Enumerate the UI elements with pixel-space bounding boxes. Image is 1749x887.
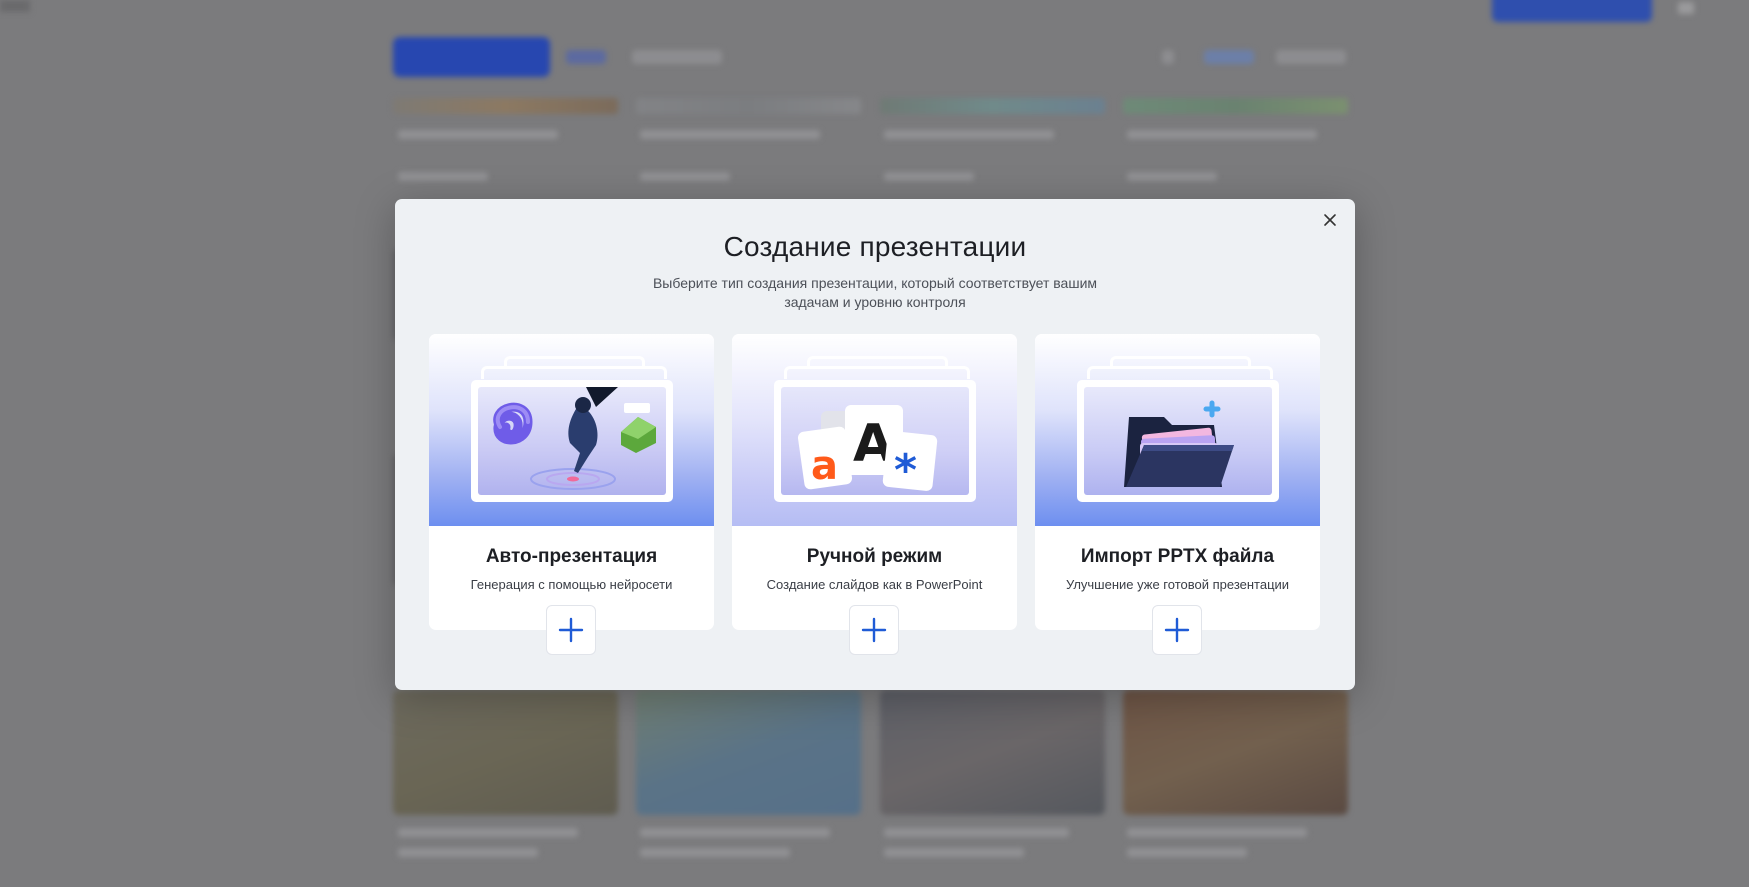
option-card-auto[interactable]: Авто-презентация Генерация с помощью ней… xyxy=(429,334,714,655)
dialog-title: Создание презентации xyxy=(723,231,1027,262)
option-title: Ручной режим xyxy=(806,546,943,567)
svg-text:a: a xyxy=(811,443,838,489)
background-text xyxy=(1127,828,1307,837)
background-text xyxy=(640,848,790,857)
auto-illustration xyxy=(429,334,714,526)
background-text xyxy=(884,828,1069,837)
option-cards: Авто-презентация Генерация с помощью ней… xyxy=(429,334,1322,655)
plus-icon xyxy=(558,617,584,643)
background-text xyxy=(398,848,538,857)
background-filter xyxy=(1276,50,1346,64)
background-thumb xyxy=(393,98,618,114)
option-title: Импорт PPTX файла xyxy=(1080,546,1275,567)
background-text xyxy=(884,172,974,181)
svg-text:*: * xyxy=(894,445,917,495)
background-filter xyxy=(566,50,606,64)
background-text xyxy=(640,130,820,139)
background-text xyxy=(640,828,830,837)
background-text xyxy=(398,130,558,139)
background-top-button xyxy=(1492,0,1652,22)
background-text xyxy=(1127,130,1317,139)
option-card-import[interactable]: Импорт PPTX файла Улучшение уже готовой … xyxy=(1035,334,1320,655)
plus-icon xyxy=(1164,617,1190,643)
option-title: Авто-презентация xyxy=(485,546,658,567)
background-thumb xyxy=(393,690,618,815)
background-text xyxy=(1127,848,1247,857)
background-filter xyxy=(632,50,722,64)
background-thumb xyxy=(1123,690,1348,815)
background-text xyxy=(884,848,1024,857)
option-card-manual[interactable]: a A * Ручной режим Создание слайдов как … xyxy=(732,334,1017,655)
ai-figure-illustration xyxy=(493,387,656,490)
background-thumb xyxy=(880,98,1105,114)
background-thumb xyxy=(880,690,1105,815)
option-description: Создание слайдов как в PowerPoint xyxy=(766,577,983,592)
background-filter xyxy=(1204,50,1254,64)
background-text xyxy=(884,130,1054,139)
background-create-button xyxy=(393,37,550,77)
option-description: Генерация с помощью нейросети xyxy=(470,577,673,592)
create-import-button[interactable] xyxy=(1152,605,1202,655)
background-text xyxy=(398,172,488,181)
manual-illustration: a A * xyxy=(732,334,1017,526)
letters-illustration: a A * xyxy=(797,405,938,495)
background-thumb xyxy=(1123,98,1348,114)
create-manual-button[interactable] xyxy=(849,605,899,655)
background-text xyxy=(398,828,578,837)
background-user-icon xyxy=(1678,2,1694,14)
option-description: Улучшение уже готовой презентации xyxy=(1065,577,1290,592)
create-auto-button[interactable] xyxy=(546,605,596,655)
folder-illustration xyxy=(1124,400,1234,487)
create-presentation-dialog: Создание презентации Выберите тип создан… xyxy=(395,199,1355,690)
background-thumb xyxy=(636,690,861,815)
background-text xyxy=(1127,172,1217,181)
close-button[interactable] xyxy=(1319,209,1341,231)
import-illustration xyxy=(1035,334,1320,526)
background-logo xyxy=(0,0,30,12)
dialog-subtitle: Выберите тип создания презентации, котор… xyxy=(652,275,1098,310)
plus-icon xyxy=(861,617,887,643)
background-thumb xyxy=(636,98,861,114)
close-icon[interactable] xyxy=(1319,209,1341,231)
background-filter xyxy=(1162,50,1174,64)
background-text xyxy=(640,172,730,181)
